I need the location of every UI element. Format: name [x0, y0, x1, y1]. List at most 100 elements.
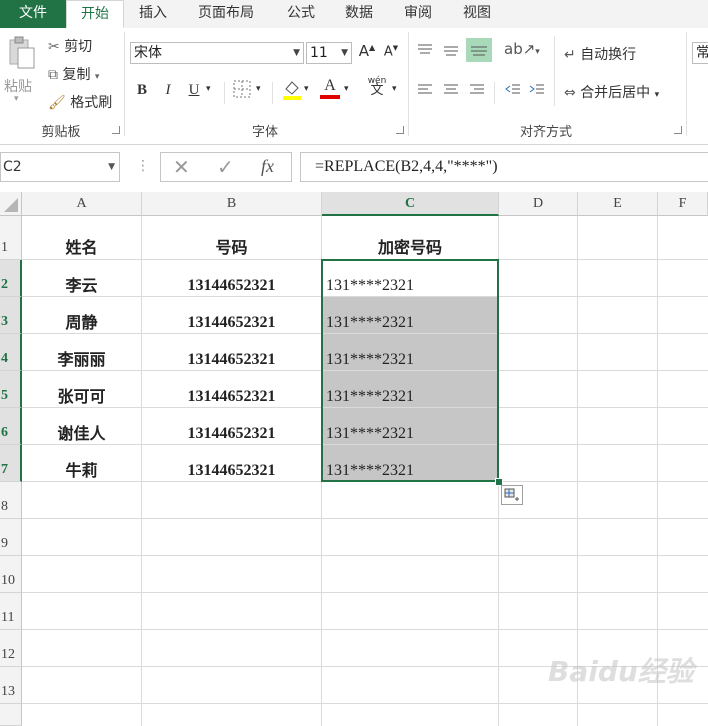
cell-a2[interactable]: 李云: [22, 260, 142, 297]
row-header-4[interactable]: 4: [0, 334, 22, 371]
align-top-icon[interactable]: [416, 42, 434, 62]
tab-view[interactable]: 视图: [454, 0, 500, 28]
paste-icon[interactable]: [6, 34, 38, 74]
grow-font-icon[interactable]: A▲: [358, 42, 376, 60]
row-header-2[interactable]: 2: [0, 260, 22, 297]
cell-a1[interactable]: 姓名: [22, 216, 142, 260]
italic-button[interactable]: I: [160, 82, 176, 99]
phonetic-guide-icon[interactable]: wén 文: [366, 76, 388, 97]
number-format-select[interactable]: 常: [692, 42, 708, 64]
cell-b1[interactable]: 号码: [142, 216, 322, 260]
select-all-button[interactable]: [0, 192, 22, 216]
wrap-text-button[interactable]: ↵ 自动换行: [564, 44, 636, 64]
cut-button[interactable]: ✂ 剪切: [48, 36, 92, 56]
divider: [494, 82, 495, 104]
row-header-8[interactable]: 8: [0, 482, 22, 519]
cell-a6[interactable]: 谢佳人: [22, 408, 142, 445]
clipboard-launcher-icon[interactable]: [112, 126, 120, 134]
tab-formulas[interactable]: 公式: [278, 0, 324, 28]
shrink-font-icon[interactable]: A▼: [382, 44, 400, 59]
paste-label[interactable]: 粘贴: [4, 76, 32, 96]
formula-input[interactable]: =REPLACE(B2,4,4,"****"): [300, 152, 708, 182]
cancel-icon[interactable]: ✕: [173, 155, 190, 179]
underline-button[interactable]: U: [186, 82, 202, 99]
row-header-5[interactable]: 5: [0, 371, 22, 408]
copy-dropdown-icon[interactable]: ▾: [95, 72, 100, 82]
orientation-icon[interactable]: ab↗▾: [504, 40, 540, 58]
cell-b7[interactable]: 13144652321: [142, 445, 322, 482]
enter-icon[interactable]: ✓: [217, 155, 234, 179]
font-color-dropdown-icon[interactable]: ▾: [344, 84, 349, 94]
paste-dropdown-icon[interactable]: ▾: [14, 94, 19, 104]
column-header-d[interactable]: D: [499, 192, 578, 216]
border-icon[interactable]: [232, 80, 252, 102]
border-dropdown-icon[interactable]: ▾: [256, 84, 261, 94]
cell-b2[interactable]: 13144652321: [142, 260, 322, 297]
cell-c5[interactable]: 131****2321: [322, 371, 499, 408]
cell-b4[interactable]: 13144652321: [142, 334, 322, 371]
column-header-b[interactable]: B: [142, 192, 322, 216]
cell-c6[interactable]: 131****2321: [322, 408, 499, 445]
tab-insert[interactable]: 插入: [130, 0, 176, 28]
tab-file[interactable]: 文件: [0, 0, 66, 28]
cell-c7[interactable]: 131****2321: [322, 445, 499, 482]
fill-color-icon[interactable]: [280, 78, 304, 104]
row-header-14[interactable]: [0, 704, 22, 726]
cell-a4[interactable]: 李丽丽: [22, 334, 142, 371]
font-size-select[interactable]: 11 ▼: [306, 42, 352, 64]
column-header-a[interactable]: A: [22, 192, 142, 216]
row-header-10[interactable]: 10: [0, 556, 22, 593]
tab-data[interactable]: 数据: [336, 0, 382, 28]
format-painter-button[interactable]: 🖌 格式刷: [48, 92, 112, 112]
font-launcher-icon[interactable]: [396, 126, 404, 134]
row-header-13[interactable]: 13: [0, 667, 22, 704]
row-header-7[interactable]: 7: [0, 445, 22, 482]
alignment-launcher-icon[interactable]: [674, 126, 682, 134]
copy-button[interactable]: ⧉ 复制 ▾: [48, 64, 99, 84]
column-header-f[interactable]: F: [658, 192, 708, 216]
column-header-c[interactable]: C: [322, 192, 499, 216]
font-color-icon[interactable]: A: [318, 76, 342, 99]
row-header-3[interactable]: 3: [0, 297, 22, 334]
underline-dropdown-icon[interactable]: ▾: [206, 84, 211, 94]
cell-c4[interactable]: 131****2321: [322, 334, 499, 371]
column-header-e[interactable]: E: [578, 192, 658, 216]
cell-b5[interactable]: 13144652321: [142, 371, 322, 408]
cell-b6[interactable]: 13144652321: [142, 408, 322, 445]
name-box[interactable]: C2 ▼: [0, 152, 120, 182]
align-center-icon[interactable]: [442, 82, 460, 102]
increase-indent-icon[interactable]: [528, 82, 546, 102]
cell-c1[interactable]: 加密号码: [322, 216, 499, 260]
font-color-letter: A: [324, 77, 336, 94]
fill-color-dropdown-icon[interactable]: ▾: [304, 84, 309, 94]
merge-dropdown-icon[interactable]: ▾: [655, 90, 660, 100]
row-header-12[interactable]: 12: [0, 630, 22, 667]
phonetic-dropdown-icon[interactable]: ▾: [392, 84, 397, 94]
more-options-icon[interactable]: ⋮: [136, 158, 150, 174]
bold-button[interactable]: B: [134, 82, 150, 99]
cell-a5[interactable]: 张可可: [22, 371, 142, 408]
insert-function-icon[interactable]: fx: [261, 156, 274, 177]
auto-fill-options-icon[interactable]: [501, 485, 523, 505]
align-bottom-icon[interactable]: [466, 38, 492, 62]
cell-a3[interactable]: 周静: [22, 297, 142, 334]
tab-home[interactable]: 开始: [66, 0, 124, 28]
tab-page-layout[interactable]: 页面布局: [190, 0, 262, 28]
row-header-1[interactable]: 1: [0, 216, 22, 260]
cell-c2[interactable]: 131****2321: [322, 260, 499, 297]
wrap-text-icon: ↵: [564, 47, 576, 63]
decrease-indent-icon[interactable]: [504, 82, 522, 102]
font-name-select[interactable]: 宋体 ▼: [130, 42, 304, 64]
tab-review[interactable]: 审阅: [395, 0, 441, 28]
cell-c3[interactable]: 131****2321: [322, 297, 499, 334]
row-header-6[interactable]: 6: [0, 408, 22, 445]
cell-b3[interactable]: 13144652321: [142, 297, 322, 334]
align-middle-icon[interactable]: [442, 42, 460, 62]
row-header-9[interactable]: 9: [0, 519, 22, 556]
align-right-icon[interactable]: [468, 82, 486, 102]
cell-a7[interactable]: 牛莉: [22, 445, 142, 482]
align-left-icon[interactable]: [416, 82, 434, 102]
merge-center-button[interactable]: ⇔ 合并后居中 ▾: [564, 82, 659, 102]
row-header-11[interactable]: 11: [0, 593, 22, 630]
wrap-text-label: 自动换行: [580, 47, 637, 63]
